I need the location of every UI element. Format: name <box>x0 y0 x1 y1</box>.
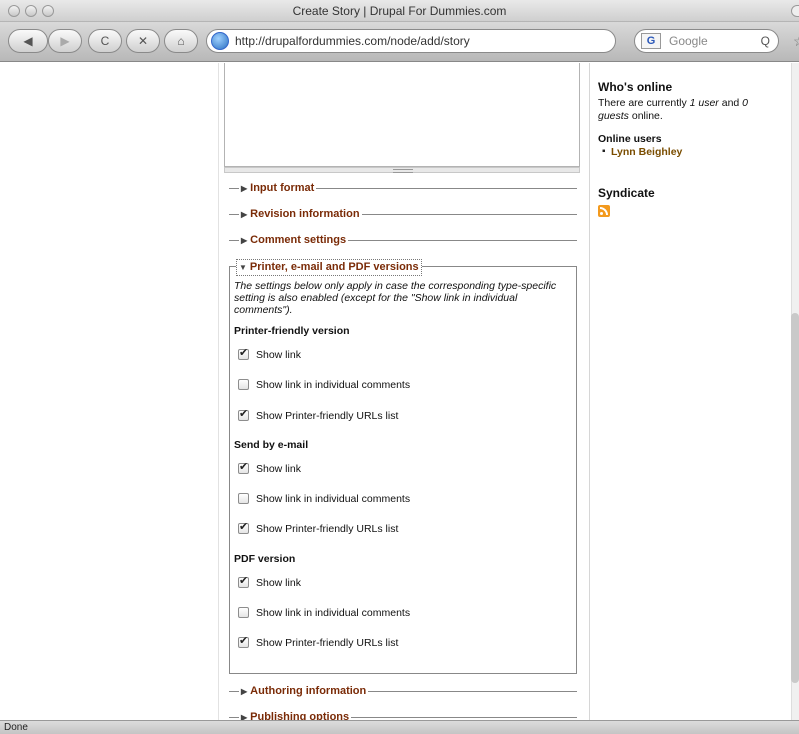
fieldset-printer-email-pdf: ▼ Printer, e-mail and PDF versions The se… <box>229 259 577 674</box>
back-button[interactable]: ◀ <box>8 29 48 53</box>
expand-triangle-icon: ▶ <box>241 687 248 696</box>
checkbox-row[interactable]: Show Printer-friendly URLs list <box>238 408 398 423</box>
status-bar: Done <box>0 720 799 734</box>
expand-triangle-icon: ▶ <box>241 210 248 219</box>
expand-triangle-icon: ▶ <box>241 184 248 193</box>
checkbox-row[interactable]: Show link in individual comments <box>238 379 410 392</box>
fieldset-legend[interactable]: ▶ Authoring information <box>239 684 369 699</box>
stop-button[interactable]: ✕ <box>126 29 160 53</box>
forward-button[interactable]: ▶ <box>48 29 82 53</box>
checkbox-row[interactable]: Show link <box>238 575 301 590</box>
syndicate-title: Syndicate <box>598 186 655 200</box>
scrollbar-thumb[interactable] <box>791 313 799 683</box>
search-icon[interactable]: Q <box>761 30 770 52</box>
back-icon: ◀ <box>23 34 33 48</box>
online-user-link[interactable]: Lynn Beighley <box>598 145 778 159</box>
fieldset-description: The settings below only apply in case th… <box>234 280 557 316</box>
checkbox-row[interactable]: Show link <box>238 347 301 362</box>
minimize-window-button[interactable] <box>25 5 37 17</box>
toolbar-toggle-button[interactable] <box>791 5 799 17</box>
checkbox-row[interactable]: Show link in individual comments <box>238 493 410 506</box>
checkbox[interactable] <box>238 493 249 504</box>
checkbox[interactable] <box>238 521 249 534</box>
online-users-title: Online users <box>598 133 662 145</box>
collapse-triangle-icon: ▼ <box>239 263 247 272</box>
group-title: Send by e-mail <box>234 439 309 451</box>
site-icon <box>211 32 229 50</box>
fieldset-legend[interactable]: ▶ Comment settings <box>239 233 349 248</box>
window-titlebar: Create Story | Drupal For Dummies.com <box>0 0 799 22</box>
checkbox-row[interactable]: Show link in individual comments <box>238 607 410 620</box>
page-content: ▶ Input format ▶ Revision information ▶ Com… <box>0 63 799 720</box>
search-placeholder: Google <box>669 34 708 48</box>
whos-online-title: Who's online <box>598 80 673 94</box>
expand-triangle-icon: ▶ <box>241 713 248 720</box>
checkbox-row[interactable]: Show Printer-friendly URLs list <box>238 635 398 650</box>
fieldset-authoring-information[interactable]: ▶ Authoring information <box>229 684 577 699</box>
close-window-button[interactable] <box>8 5 20 17</box>
checkbox[interactable] <box>238 607 249 618</box>
checkbox[interactable] <box>238 379 249 390</box>
vertical-scrollbar[interactable] <box>791 63 799 720</box>
window-title: Create Story | Drupal For Dummies.com <box>292 4 507 18</box>
forward-icon: ▶ <box>60 34 70 48</box>
whos-online-text: There are currently 1 user and 0 guests … <box>598 97 749 122</box>
fieldset-revision-information[interactable]: ▶ Revision information <box>229 207 577 222</box>
reload-icon: C <box>100 34 110 48</box>
fieldset-publishing-options[interactable]: ▶ Publishing options <box>229 710 577 720</box>
fieldset-legend[interactable]: ▶ Input format <box>239 181 317 196</box>
checkbox[interactable] <box>238 347 249 360</box>
fieldset-legend[interactable]: ▶ Publishing options <box>239 710 352 720</box>
checkbox[interactable] <box>238 461 249 474</box>
fieldset-comment-settings[interactable]: ▶ Comment settings <box>229 233 577 248</box>
group-title: Printer-friendly version <box>234 325 350 337</box>
fieldset-legend[interactable]: ▶ Revision information <box>239 207 362 222</box>
reload-button[interactable]: C <box>88 29 122 53</box>
bookmark-star-icon[interactable]: ☆▾ <box>793 30 799 52</box>
home-button[interactable]: ⌂ <box>164 29 198 53</box>
expand-triangle-icon: ▶ <box>241 236 248 245</box>
google-icon[interactable]: G <box>641 33 661 49</box>
group-title: PDF version <box>234 553 296 565</box>
checkbox-row[interactable]: Show Printer-friendly URLs list <box>238 521 398 536</box>
rss-icon[interactable] <box>598 205 610 217</box>
checkbox[interactable] <box>238 408 249 421</box>
body-textarea[interactable] <box>224 63 580 167</box>
right-sidebar: Who's online There are currently 1 user … <box>598 81 778 221</box>
address-bar[interactable]: http://drupalfordummies.com/node/add/sto… <box>206 29 799 53</box>
search-bar[interactable]: G Google Q <box>634 29 779 53</box>
textarea-resize-grip[interactable] <box>224 167 580 173</box>
address-text: http://drupalfordummies.com/node/add/sto… <box>235 34 470 48</box>
fieldset-legend[interactable]: ▼ Printer, e-mail and PDF versions <box>236 259 422 276</box>
browser-toolbar: ◀ ▶ C ✕ ⌂ http://drupalfordummies.com/no… <box>0 22 799 62</box>
status-text: Done <box>4 722 28 733</box>
checkbox[interactable] <box>238 575 249 588</box>
checkbox-row[interactable]: Show link <box>238 461 301 476</box>
checkbox[interactable] <box>238 635 249 648</box>
home-icon: ⌂ <box>177 34 185 48</box>
fieldset-input-format[interactable]: ▶ Input format <box>229 181 577 196</box>
zoom-window-button[interactable] <box>42 5 54 17</box>
stop-icon: ✕ <box>137 34 149 48</box>
